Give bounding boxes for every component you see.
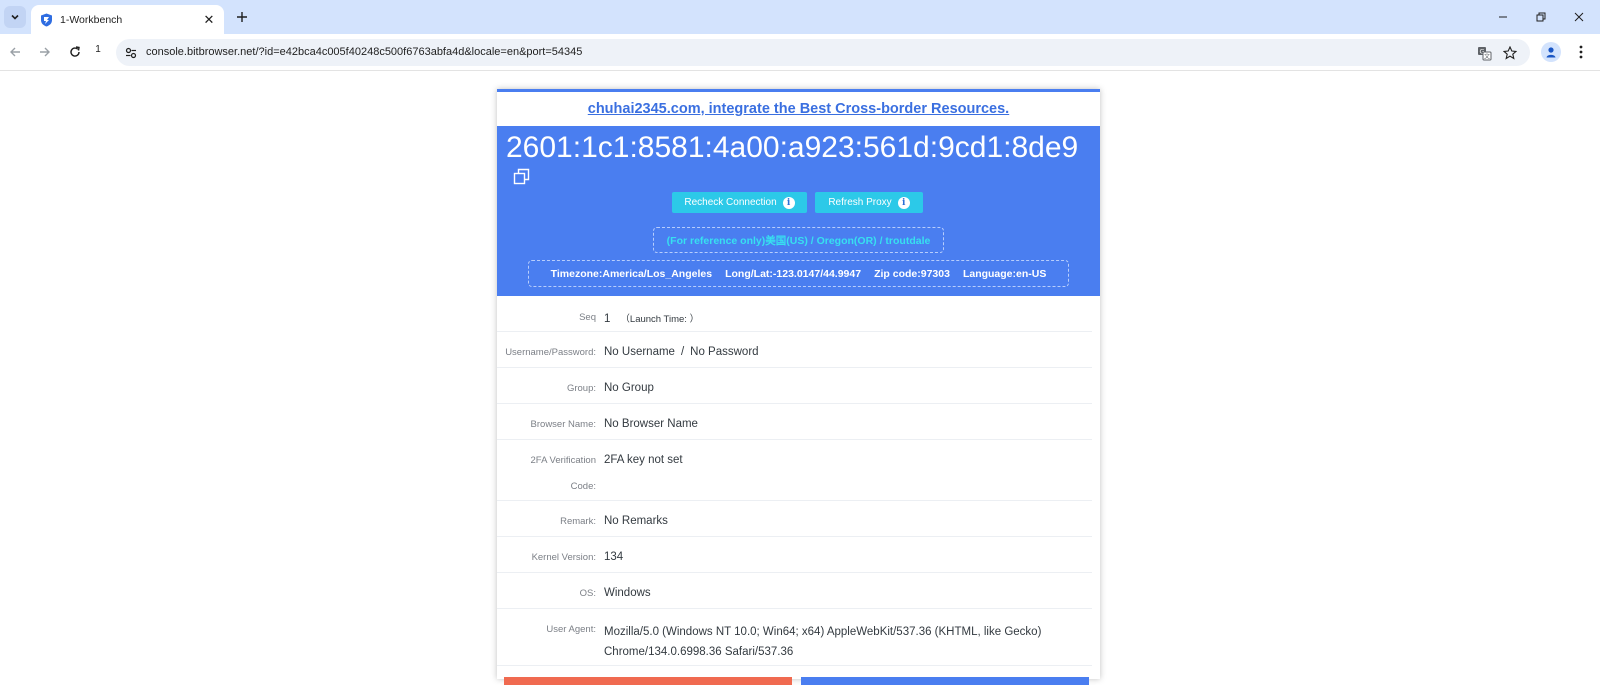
launch-time: （Launch Time: ） — [620, 314, 700, 325]
geo-location: (For reference only)美国(US) / Oregon(OR) … — [653, 227, 944, 253]
ip-header: 2601:1c1:8581:4a00:a923:561d:9cd1:8de9 R… — [497, 126, 1100, 296]
reload-icon — [70, 46, 80, 57]
seq-label: Seq — [579, 312, 596, 323]
reload-button[interactable] — [64, 41, 86, 63]
promo-banner: chuhai2345.com, integrate the Best Cross… — [497, 92, 1100, 126]
plus-icon — [237, 12, 247, 22]
minimize-icon — [1499, 16, 1507, 18]
promo-link[interactable]: chuhai2345.com, integrate the Best Cross… — [588, 101, 1009, 117]
os-value: Windows — [604, 587, 651, 599]
browser-name-value: No Browser Name — [604, 418, 698, 430]
close-tab-icon[interactable]: ✕ — [200, 11, 218, 29]
refresh-proxy-button[interactable]: Refresh Proxy i — [815, 192, 923, 213]
recheck-connection-label: Recheck Connection — [684, 197, 777, 208]
bookmark-button[interactable] — [1500, 43, 1520, 63]
close-icon — [1574, 12, 1584, 22]
info-icon[interactable]: i — [897, 196, 910, 209]
credentials-row: Username/Password: No Username / No Passwo… — [497, 332, 1092, 368]
person-icon — [1546, 47, 1556, 58]
copy-icon[interactable] — [513, 168, 531, 186]
back-button[interactable] — [4, 41, 26, 63]
tune-icon — [125, 47, 137, 59]
group-row: Group: No Group — [497, 368, 1092, 404]
language: Language:en-US — [962, 267, 1047, 280]
seq-value-cell: 1 （Launch Time: ） — [600, 296, 1092, 331]
locale-meta: Timezone:America/Los_Angeles Long/Lat:-1… — [528, 260, 1069, 287]
user-agent-line1: Mozilla/5.0 (Windows NT 10.0; Win64; x64… — [604, 626, 1042, 638]
chevron-down-icon — [11, 14, 19, 20]
profile-info-card: chuhai2345.com, integrate the Best Cross… — [497, 89, 1100, 685]
new-tab-button[interactable] — [232, 7, 252, 27]
zip-code: Zip code:97303 — [874, 267, 950, 280]
user-agent-label: User Agent: — [546, 624, 596, 635]
bitbrowser-icon — [39, 13, 53, 27]
profile-button[interactable] — [1541, 42, 1561, 62]
remark-row: Remark: No Remarks — [497, 501, 1092, 537]
kernel-row: Kernel Version: 134 — [497, 537, 1092, 573]
os-label: OS: — [579, 588, 596, 599]
twofa-value: 2FA key not set — [604, 454, 683, 466]
user-agent-row: User Agent: Mozilla/5.0 (Windows NT 10.0… — [497, 609, 1092, 666]
bottom-left-button[interactable] — [504, 677, 792, 685]
forward-button[interactable] — [34, 41, 56, 63]
credentials-label: Username/Password: — [505, 347, 596, 358]
address-bar[interactable]: console.bitbrowser.net/?id=e42bca4c005f4… — [116, 39, 1530, 66]
twofa-label: 2FA Verification Code: — [497, 440, 600, 500]
bottom-right-button[interactable] — [801, 677, 1089, 685]
user-agent-line2: Chrome/134.0.6998.36 Safari/537.36 — [604, 646, 794, 658]
tab-search-button[interactable] — [4, 6, 26, 28]
credentials-value: No Username / No Password — [600, 332, 1092, 367]
translate-icon: G文 — [1477, 46, 1491, 60]
star-icon — [1503, 46, 1517, 60]
twofa-label-line2: Code: — [570, 481, 596, 492]
translate-button[interactable]: G文 — [1474, 43, 1494, 63]
more-vert-icon — [1579, 45, 1583, 59]
browser-menu-button[interactable] — [1571, 42, 1591, 62]
url-text[interactable]: console.bitbrowser.net/?id=e42bca4c005f4… — [146, 46, 582, 58]
minimize-button[interactable] — [1490, 6, 1516, 28]
arrow-left-icon — [10, 47, 20, 57]
credentials-separator: / — [680, 346, 685, 358]
long-lat: Long/Lat:-123.0147/44.9947 — [725, 267, 862, 280]
remark-label: Remark: — [560, 516, 596, 527]
tab-workbench[interactable]: 1-Workbench ✕ — [31, 5, 224, 34]
os-row: OS: Windows — [497, 573, 1092, 609]
tab-title: 1-Workbench — [60, 13, 123, 26]
recheck-connection-button[interactable]: Recheck Connection i — [672, 192, 807, 213]
browser-name-label: Browser Name: — [530, 419, 596, 430]
close-window-button[interactable] — [1566, 6, 1592, 28]
username-value: No Username — [604, 346, 675, 358]
remark-value: No Remarks — [604, 515, 668, 527]
browser-toolbar: 1 console.bitbrowser.net/?id=e42bca4c005… — [0, 34, 1600, 71]
refresh-proxy-label: Refresh Proxy — [828, 197, 892, 208]
timezone: Timezone:America/Los_Angeles — [550, 267, 713, 280]
seq-value: 1 — [604, 313, 611, 325]
password-value: No Password — [690, 346, 759, 358]
kernel-label: Kernel Version: — [531, 552, 596, 563]
arrow-right-icon — [40, 47, 50, 57]
group-value: No Group — [604, 382, 654, 394]
user-agent-value: Mozilla/5.0 (Windows NT 10.0; Win64; x64… — [600, 609, 1092, 665]
ip-address: 2601:1c1:8581:4a00:a923:561d:9cd1:8de9 — [506, 131, 1079, 164]
group-label: Group: — [566, 383, 596, 394]
site-info-button[interactable] — [122, 44, 140, 62]
twofa-label-line1: 2FA Verification — [530, 455, 596, 466]
seq-row: Seq 1 （Launch Time: ） — [497, 296, 1092, 332]
tab-count: 1 — [95, 44, 101, 55]
browser-name-row: Browser Name: No Browser Name — [497, 404, 1092, 440]
svg-text:文: 文 — [1483, 52, 1489, 60]
restore-icon — [1536, 12, 1546, 22]
twofa-row: 2FA Verification Code: 2FA key not set — [497, 440, 1092, 501]
restore-button[interactable] — [1528, 6, 1554, 28]
info-icon[interactable]: i — [782, 196, 795, 209]
tab-strip: 1-Workbench ✕ — [0, 0, 1600, 34]
kernel-value: 134 — [604, 551, 624, 563]
